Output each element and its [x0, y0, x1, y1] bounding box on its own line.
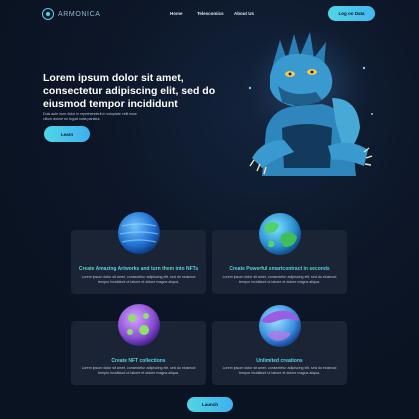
feature-title: Create NFT collections	[111, 358, 166, 364]
hero-subtitle: Duis aute irure dolor in reprehenderit i…	[43, 112, 137, 121]
top-nav: ARMONICA Home Telescomics About Us Log o…	[0, 0, 419, 28]
learn-button[interactable]: Learn	[44, 126, 90, 142]
brand-name: ARMONICA	[58, 10, 101, 18]
nav-link-home[interactable]: Home	[170, 11, 183, 16]
green-planet-icon	[259, 213, 301, 255]
dragon-illustration	[235, 28, 379, 176]
purple-planet-icon	[118, 304, 160, 346]
nav-link-telescomics[interactable]: Telescomics	[197, 11, 224, 16]
blue-planet-icon	[118, 212, 160, 254]
brand-logo[interactable]: ARMONICA	[42, 8, 101, 20]
login-button[interactable]: Log on Data	[328, 6, 375, 21]
nav-link-about[interactable]: About Us	[234, 11, 254, 16]
feature-desc: Lorem ipsum dolor sit amet, consectetur …	[222, 275, 337, 284]
landing-page: ARMONICA Home Telescomics About Us Log o…	[0, 0, 419, 419]
ocean-planet-icon	[259, 305, 301, 347]
hero-title: Lorem ipsum dolor sit amet, consectetur …	[43, 72, 216, 110]
feature-title: Unlimited creations	[256, 358, 303, 364]
launch-button[interactable]: Launch	[187, 397, 233, 412]
feature-title: Create Powerful smartcontract in seconds	[229, 266, 330, 272]
logo-icon	[42, 8, 54, 20]
feature-title: Create Amazing Artworks and turn them in…	[78, 266, 199, 272]
feature-desc: Lorem ipsum dolor sit amet, consectetur …	[81, 275, 196, 284]
feature-desc: Lorem ipsum dolor sit amet, consectetur …	[222, 366, 337, 375]
feature-desc: Lorem ipsum dolor sit amet, consectetur …	[81, 366, 196, 375]
